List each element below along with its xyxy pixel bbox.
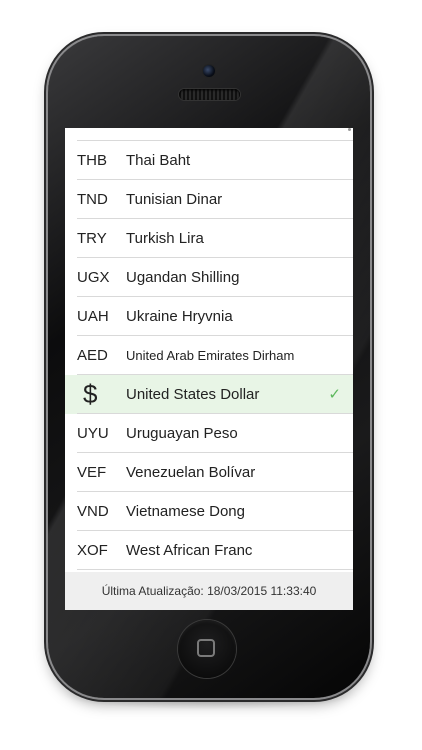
front-camera: [203, 65, 215, 77]
currency-row-selected[interactable]: $ United States Dollar ✓: [65, 375, 353, 414]
last-update-text: Última Atualização: 18/03/2015 11:33:40: [101, 584, 317, 598]
currency-name: Ugandan Shilling: [126, 269, 240, 286]
currency-row[interactable]: VEF Venezuelan Bolívar: [65, 453, 353, 492]
currency-name: Thai Baht: [126, 152, 191, 169]
earpiece-speaker: [179, 89, 240, 100]
currency-list[interactable]: TWDTaiwanese Dollar THB Thai Baht TND Tunisi…: [65, 128, 353, 572]
currency-row[interactable]: AED United Arab Emirates Dirham: [65, 336, 353, 375]
currency-name: United States Dollar: [126, 386, 260, 403]
currency-name: Uruguayan Peso: [126, 425, 238, 442]
home-square-icon: [197, 639, 215, 657]
currency-name: Ukraine Hryvnia: [126, 308, 233, 325]
home-button[interactable]: [178, 620, 236, 678]
currency-row[interactable]: XOF West African Franc: [65, 531, 353, 570]
currency-code: AED: [77, 347, 108, 364]
currency-row[interactable]: UYU Uruguayan Peso: [65, 414, 353, 453]
currency-row[interactable]: VND Vietnamese Dong: [65, 492, 353, 531]
currency-code: VND: [77, 503, 109, 520]
currency-code: UAH: [77, 308, 109, 325]
currency-code: TRY: [77, 230, 107, 247]
currency-name: Venezuelan Bolívar: [126, 464, 256, 481]
currency-name: Turkish Lira: [126, 230, 204, 247]
currency-code: UGX: [77, 269, 110, 286]
currency-name: Tunisian Dinar: [126, 191, 223, 208]
row-separator: [77, 569, 353, 570]
currency-code: XOF: [77, 542, 108, 559]
dollar-sign-icon: $: [83, 379, 98, 409]
currency-row[interactable]: TWDTaiwanese Dollar: [65, 128, 353, 141]
currency-code: THB: [77, 152, 107, 169]
currency-name: West African Franc: [126, 542, 253, 559]
currency-row[interactable]: UAH Ukraine Hryvnia: [65, 297, 353, 336]
checkmark-icon: ✓: [328, 386, 341, 403]
currency-row[interactable]: UGX Ugandan Shilling: [65, 258, 353, 297]
currency-row[interactable]: TRY Turkish Lira: [65, 219, 353, 258]
currency-row[interactable]: TND Tunisian Dinar: [65, 180, 353, 219]
app-screen: TWDTaiwanese Dollar THB Thai Baht TND Tunisi…: [65, 128, 353, 610]
currency-name: Vietnamese Dong: [126, 503, 245, 520]
currency-name: United Arab Emirates Dirham: [126, 348, 295, 363]
last-update-footer: Última Atualização: 18/03/2015 11:33:40: [65, 572, 353, 610]
currency-code: UYU: [77, 425, 109, 442]
currency-code: VEF: [77, 464, 107, 481]
currency-code: TND: [77, 191, 108, 208]
currency-row[interactable]: THB Thai Baht: [65, 141, 353, 180]
scroll-indicator: [348, 128, 351, 131]
